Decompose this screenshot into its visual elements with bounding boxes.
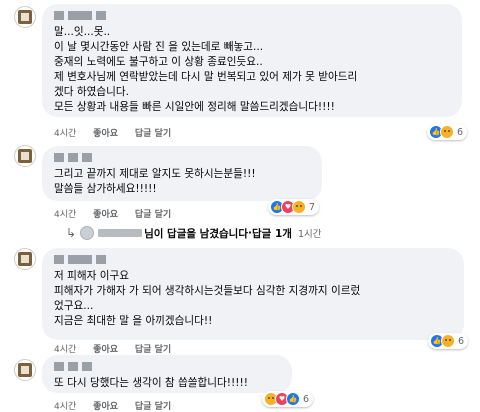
comment-text: 말...잇...못.. 이 날 몇시간동안 사람 진 을 있는데로 빼놓고...… — [54, 26, 358, 113]
comment-actions: 4시간 좋아요 답글 달기 — [54, 207, 185, 220]
reaction-count: 6 — [458, 335, 465, 347]
reply-summary-text: 님이 답글을 남겼습니다 — [144, 227, 248, 240]
comment-actions: 4시간 좋아요 답글 달기 — [54, 126, 185, 139]
comment-time[interactable]: 4시간 — [54, 129, 76, 139]
commenter-name-redacted[interactable] — [54, 253, 112, 266]
reply-link[interactable]: 답글 달기 — [135, 345, 171, 355]
comment-bubble: 말...잇...못.. 이 날 몇시간동안 사람 진 을 있는데로 빼놓고...… — [42, 4, 462, 117]
commenter-avatar[interactable] — [14, 359, 36, 381]
comment-bubble: 그리고 끝까지 제대로 알지도 못하시는분들!!! 말씀들 삼가하세요!!!!! — [42, 146, 322, 201]
reply-link[interactable]: 답글 달기 — [135, 210, 171, 220]
reaction-count: 7 — [309, 201, 316, 213]
commenter-avatar[interactable] — [14, 145, 36, 167]
comment-time[interactable]: 4시간 — [54, 402, 76, 412]
comment-text: 또 다시 당했다는 생각이 참 씁쓸합니다!!!!! — [54, 377, 249, 389]
commenter-name-redacted[interactable] — [54, 9, 112, 22]
comment-bubble: 저 피해자 이구요 피해자가 가해자 가 되어 생각하시는것들보다 심각한 지경… — [42, 248, 464, 340]
reaction-summary[interactable]: 👍 6 — [427, 124, 468, 140]
sad-icon — [440, 125, 454, 139]
comment-text: 저 피해자 이구요 피해자가 가해자 가 되어 생각하시는것들보다 심각한 지경… — [54, 270, 361, 327]
sad-icon — [292, 200, 306, 214]
commenter-avatar[interactable] — [14, 6, 36, 28]
reply-link[interactable]: 답글 달기 — [135, 129, 171, 139]
like-link[interactable]: 좋아요 — [93, 345, 118, 355]
replier-name-redacted — [98, 229, 143, 237]
like-link[interactable]: 좋아요 — [93, 129, 118, 139]
comment-bubble: 또 다시 당했다는 생각이 참 씁쓸합니다!!!!! — [42, 355, 292, 393]
reaction-summary[interactable]: 👍 ♥ 7 — [268, 199, 320, 215]
comment-time[interactable]: 4시간 — [54, 345, 76, 355]
like-icon: 👍 — [286, 392, 300, 406]
reaction-count: 6 — [303, 393, 310, 405]
commenter-avatar[interactable] — [14, 248, 36, 270]
reply-link[interactable]: 답글 달기 — [135, 402, 171, 412]
reply-count: 답글 1개 — [251, 227, 292, 240]
comment-actions: 4시간 좋아요 답글 달기 — [54, 399, 185, 412]
view-replies-link[interactable]: ↳ 님이 답글을 남겼습니다 · 답글 1개 1시간 — [66, 224, 321, 242]
reply-time: 1시간 — [297, 229, 322, 240]
comment-thread: 말...잇...못.. 이 날 몇시간동안 사람 진 을 있는데로 빼놓고...… — [0, 0, 480, 412]
sad-icon — [441, 334, 455, 348]
comment-text: 그리고 끝까지 제대로 알지도 못하시는분들!!! 말씀들 삼가하세요!!!!! — [54, 168, 256, 195]
like-link[interactable]: 좋아요 — [93, 402, 118, 412]
replier-avatar — [80, 226, 95, 240]
reaction-count: 6 — [457, 126, 464, 138]
reaction-summary[interactable]: 👍 6 — [428, 333, 469, 349]
like-link[interactable]: 좋아요 — [93, 210, 118, 220]
commenter-name-redacted[interactable] — [54, 360, 112, 373]
comment-actions: 4시간 좋아요 답글 달기 — [54, 342, 185, 355]
reaction-summary[interactable]: ♥ 👍 6 — [262, 391, 314, 407]
reply-arrow-icon: ↳ — [66, 226, 77, 240]
commenter-name-redacted[interactable] — [54, 151, 112, 164]
comment-time[interactable]: 4시간 — [54, 210, 76, 220]
